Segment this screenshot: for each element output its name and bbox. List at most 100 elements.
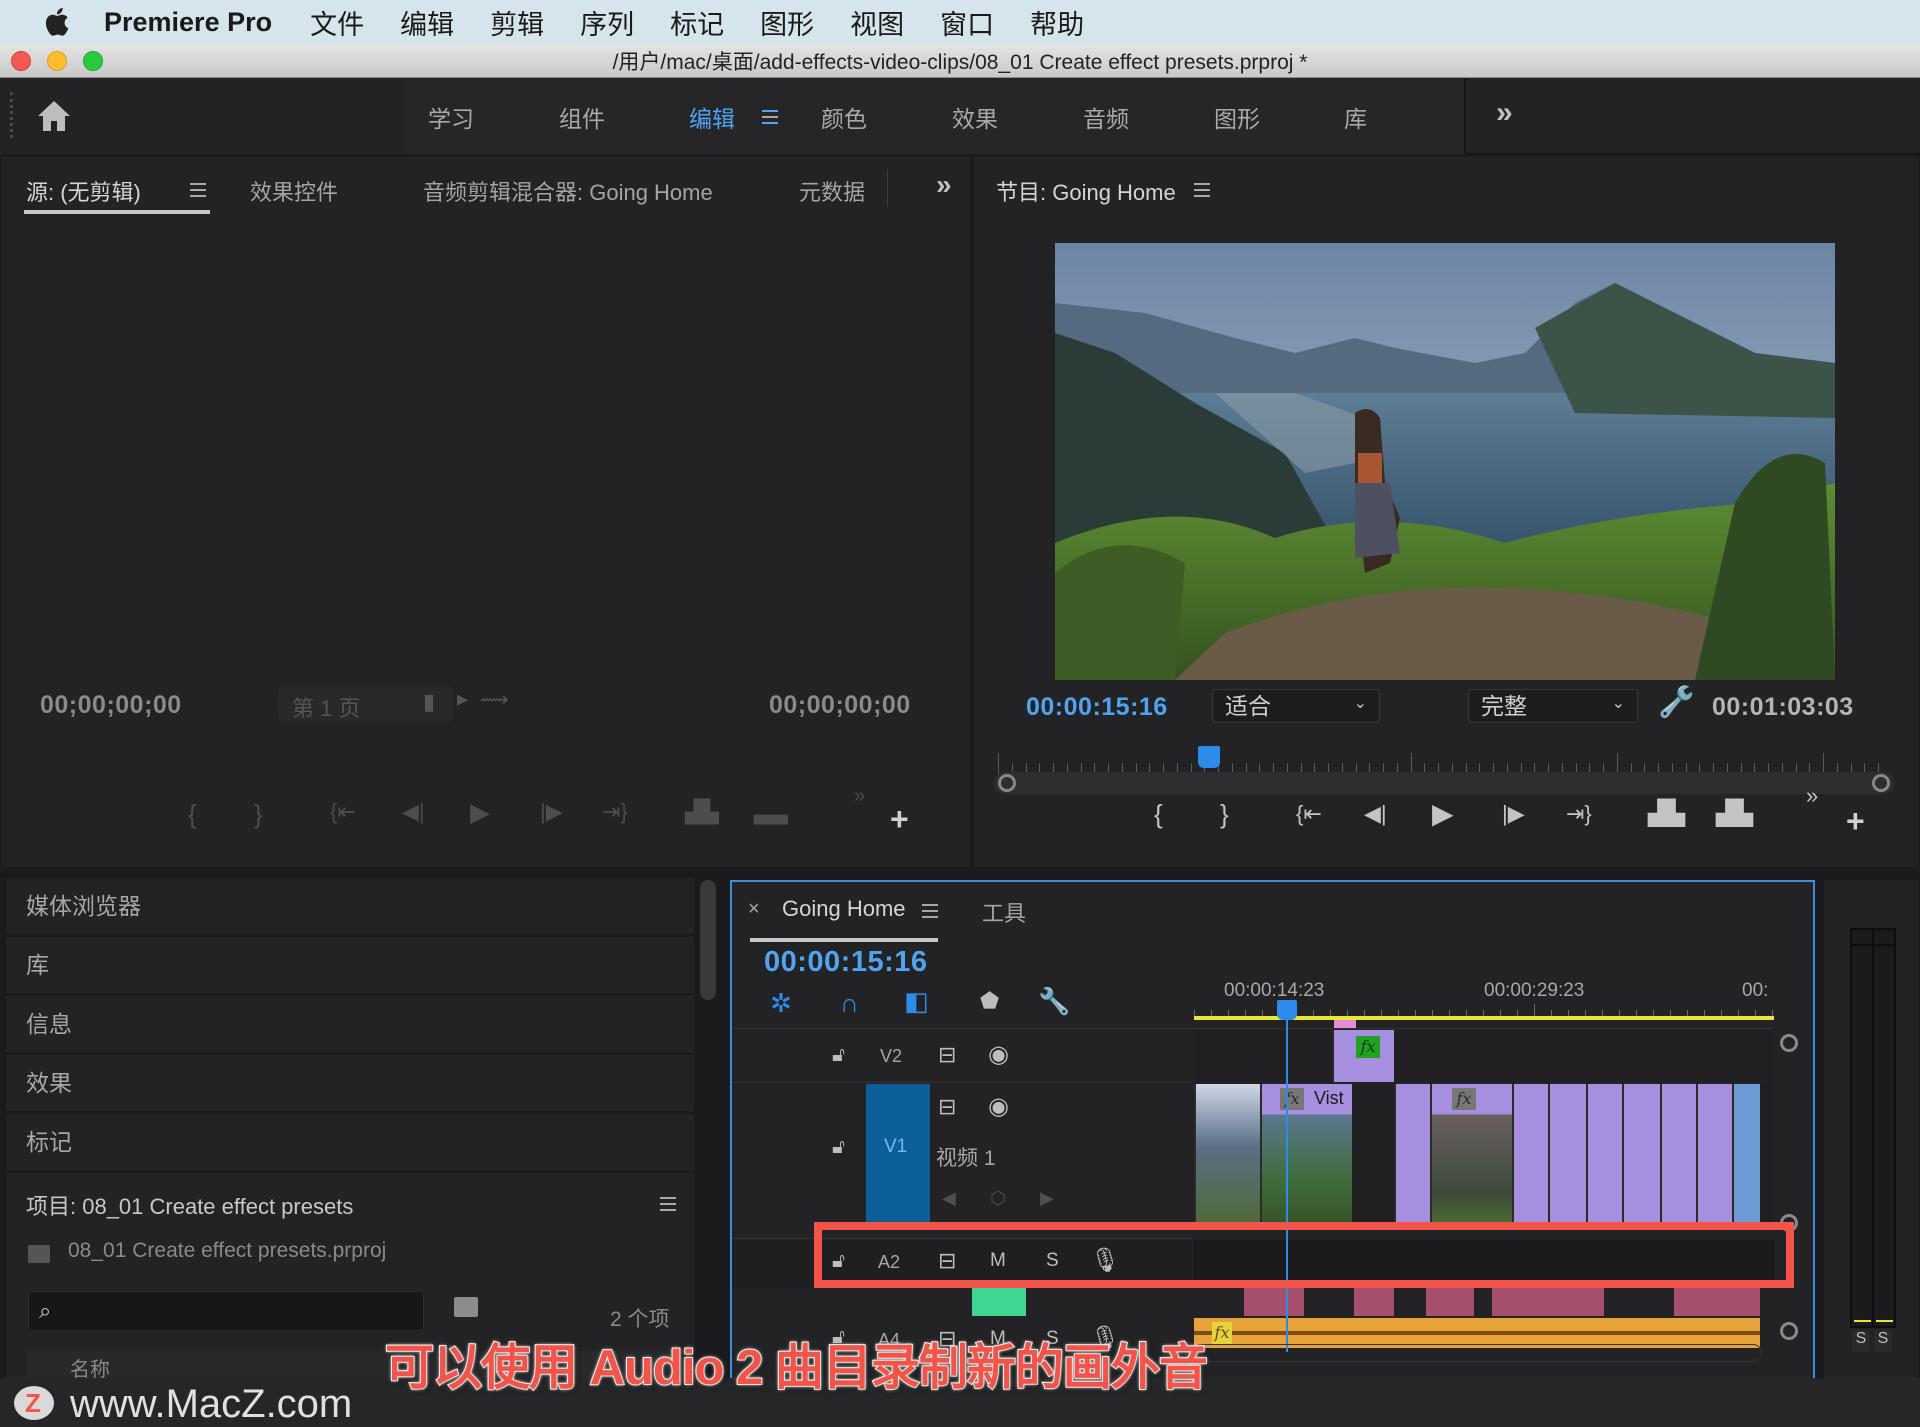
tab-sequence-going-home[interactable]: Going Home [782,896,906,922]
scrollbar-left-handle[interactable] [998,774,1016,792]
clip-v2[interactable]: fx [1332,1030,1394,1082]
clip-v1[interactable] [1732,1084,1760,1222]
find-bin-icon[interactable] [454,1297,478,1317]
vertical-scroll-handle[interactable] [1780,1322,1798,1340]
source-patch-v1[interactable]: V1 [866,1084,930,1222]
project-panel-menu-icon[interactable] [660,1195,676,1213]
source-panel-menu-icon[interactable] [190,181,206,199]
tab-effect-controls[interactable]: 效果控件 [250,175,338,207]
panel-effects[interactable]: 效果 [6,1055,694,1111]
go-to-out-button[interactable]: ⇥} [1566,801,1592,827]
clip-v1[interactable] [1660,1084,1696,1222]
apple-logo-icon[interactable] [40,4,76,40]
extract-button[interactable]: ▟▙ [1716,799,1753,828]
workspace-overflow-button[interactable]: » [1496,96,1513,130]
eye-icon[interactable]: ◉ [988,1040,1009,1069]
clip-v1[interactable]: fx Vist [1260,1084,1352,1222]
source-page-selector[interactable]: 第 1 页 ▮ [278,687,454,721]
mark-in-button[interactable]: { [188,799,197,830]
workspace-tab-graphics[interactable]: 图形 [1214,100,1260,134]
program-controls-overflow[interactable]: » [1806,783,1818,809]
workspace-tab-libraries[interactable]: 库 [1344,100,1367,134]
app-name-menu[interactable]: Premiere Pro [104,7,272,38]
audio-clip-a3[interactable] [1674,1288,1760,1316]
clip-v1[interactable] [1696,1084,1732,1222]
sync-lock-icon[interactable]: ⊟ [938,1094,956,1120]
workspace-menu-icon[interactable] [762,108,778,126]
insert-button[interactable]: ▟▙ [685,799,719,825]
clip-v1[interactable] [1548,1084,1586,1222]
clip-v1[interactable] [1622,1084,1660,1222]
sequence-menu-icon[interactable] [922,902,938,920]
wrench-settings-icon[interactable]: 🔧 [1658,685,1695,720]
sync-lock-icon[interactable]: ⊟ [938,1042,956,1068]
mark-out-button[interactable]: } [1220,799,1229,830]
clip-v1[interactable] [1394,1084,1430,1222]
tab-tools[interactable]: 工具 [982,896,1026,928]
menu-file[interactable]: 文件 [310,3,364,42]
panel-media-browser[interactable]: 媒体浏览器 [6,878,694,934]
menu-clip[interactable]: 剪辑 [490,3,544,42]
playback-resolution-dropdown[interactable]: 完整 ⌄ [1468,689,1638,723]
panel-stack-scrollbar[interactable] [700,880,716,1000]
tab-audio-clip-mixer[interactable]: 音频剪辑混合器: Going Home [423,175,713,207]
clip-v1[interactable] [1194,1084,1260,1222]
lock-icon[interactable]: 🔓︎ [832,1136,845,1159]
add-button-icon[interactable]: + [1846,803,1865,840]
overwrite-button[interactable]: ▃▃ [754,799,788,825]
project-panel-title[interactable]: 项目: 08_01 Create effect presets [26,1189,353,1221]
play-button[interactable]: ▶ [470,797,490,828]
audio-clip-a3[interactable] [1244,1288,1304,1316]
drag-video-icon[interactable]: ▸ [457,686,468,712]
tab-program[interactable]: 节目: Going Home [996,175,1176,207]
tab-metadata[interactable]: 元数据 [799,175,865,207]
clip-v1[interactable] [1586,1084,1622,1222]
source-tabs-overflow[interactable]: » [936,169,952,201]
mute-track-active[interactable] [972,1288,1026,1316]
menu-window[interactable]: 窗口 [940,3,994,42]
panel-info[interactable]: 信息 [6,996,694,1052]
program-playhead[interactable] [1198,746,1221,768]
mark-in-button[interactable]: { [1154,799,1163,830]
audio-clip-a3[interactable] [1492,1288,1604,1316]
workspace-tab-audio[interactable]: 音频 [1083,100,1129,134]
mark-out-button[interactable]: } [254,799,263,830]
timeline-playhead-timecode[interactable]: 00:00:15:16 [764,946,928,979]
workspace-tab-learning[interactable]: 学习 [428,100,474,134]
panel-libraries[interactable]: 库 [6,937,694,993]
step-forward-button[interactable]: |▶ [1502,801,1525,827]
add-button-icon[interactable]: + [890,801,909,838]
close-sequence-tab-icon[interactable]: × [748,898,760,921]
folder-up-icon[interactable] [28,1245,50,1263]
timeline-playhead-line[interactable] [1286,1002,1288,1352]
menu-graphics[interactable]: 图形 [760,3,814,42]
horizontal-zoom-scrollbar[interactable] [1192,1344,1762,1362]
play-button[interactable]: ▶ [1432,797,1454,830]
panel-markers[interactable]: 标记 [6,1114,694,1170]
project-search-input[interactable]: ⌕ [28,1291,424,1331]
track-label-v2[interactable]: V2 [880,1046,902,1067]
menu-view[interactable]: 视图 [850,3,904,42]
nest-sequence-toggle-icon[interactable]: ✲ [770,988,792,1019]
workspace-tab-color[interactable]: 颜色 [821,100,867,134]
go-to-in-button[interactable]: {⇤ [330,799,356,825]
program-video-frame[interactable] [1055,243,1835,680]
add-marker-icon[interactable]: ⬟ [980,988,999,1014]
solo-right-channel-button[interactable]: S [1874,1330,1892,1352]
next-keyframe-icon[interactable]: ▶ [1040,1188,1054,1209]
go-to-out-button[interactable]: ⇥} [602,799,628,825]
menu-markers[interactable]: 标记 [670,3,724,42]
program-panel-menu-icon[interactable] [1194,181,1210,199]
clip-v1[interactable]: fx [1430,1084,1512,1222]
lift-button[interactable]: ▟▙ [1648,799,1685,828]
zoom-level-dropdown[interactable]: 适合 ⌄ [1212,689,1380,723]
prev-keyframe-icon[interactable]: ◀ [942,1188,956,1209]
source-controls-overflow[interactable]: » [854,785,865,808]
step-back-button[interactable]: ◀| [402,799,425,825]
step-forward-button[interactable]: |▶ [540,799,563,825]
menu-sequence[interactable]: 序列 [580,3,634,42]
drag-grip[interactable] [10,92,14,138]
solo-left-channel-button[interactable]: S [1852,1330,1870,1352]
lock-icon[interactable]: 🔓︎ [832,1044,845,1067]
audio-clip-a3[interactable] [1426,1288,1474,1316]
